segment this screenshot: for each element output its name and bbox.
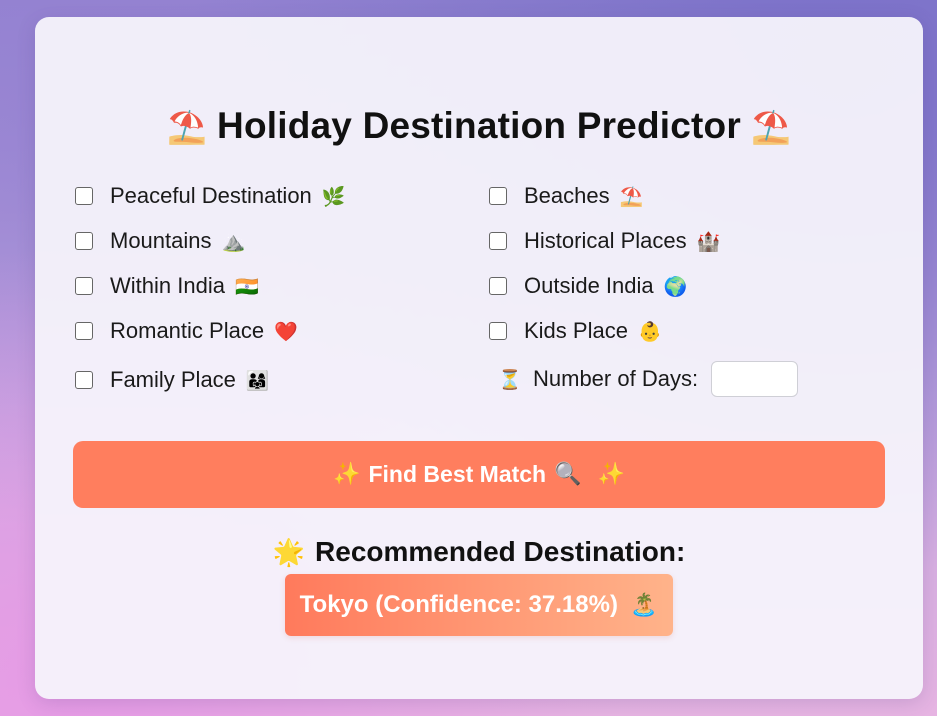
option-outside-india[interactable]: Outside India 🌍 <box>489 271 687 301</box>
peaceful-destination-checkbox[interactable] <box>75 187 93 205</box>
sparkles-icon: ✨ <box>333 462 361 487</box>
recommendation-heading: 🌟 Recommended Destination: <box>35 536 923 568</box>
outside-india-checkbox[interactable] <box>489 277 507 295</box>
historical-places-checkbox[interactable] <box>489 232 507 250</box>
beach-umbrella-icon: ⛱️ <box>167 108 208 146</box>
beach-umbrella-icon: ⛱️ <box>619 185 644 208</box>
predictor-card: ⛱️ Holiday Destination Predictor ⛱️ Peacef… <box>35 17 923 699</box>
option-label: Historical Places <box>524 228 687 253</box>
option-romantic-place[interactable]: Romantic Place ❤️ <box>75 316 298 346</box>
page-title: ⛱️ Holiday Destination Predictor ⛱️ <box>35 105 923 147</box>
island-icon: 🏝️ <box>629 592 658 618</box>
option-label: Romantic Place <box>110 318 265 343</box>
option-label: Beaches <box>524 183 610 208</box>
star-icon: 🌟 <box>272 538 306 568</box>
india-flag-icon: 🇮🇳 <box>234 275 259 298</box>
baby-icon: 👶 <box>637 320 662 343</box>
option-label: Mountains <box>110 228 212 253</box>
romantic-place-checkbox[interactable] <box>75 322 93 340</box>
option-family-place[interactable]: Family Place 👨‍👩‍👧 <box>75 365 270 395</box>
herb-icon: 🌿 <box>321 185 346 208</box>
recommendation-result-text: Tokyo (Confidence: 37.18%) <box>299 591 618 618</box>
option-label: Within India <box>110 273 225 298</box>
option-within-india[interactable]: Within India 🇮🇳 <box>75 271 259 301</box>
magnifier-icon: 🔍 <box>554 462 582 487</box>
page-title-text: Holiday Destination Predictor <box>217 105 741 146</box>
option-label: Outside India <box>524 273 654 298</box>
beaches-checkbox[interactable] <box>489 187 507 205</box>
family-place-checkbox[interactable] <box>75 371 93 389</box>
castle-icon: 🏰 <box>696 230 721 253</box>
find-best-match-button[interactable]: ✨ Find Best Match 🔍 ✨ <box>73 441 885 508</box>
recommendation-result: Tokyo (Confidence: 37.18%) 🏝️ <box>284 574 674 636</box>
option-historical-places[interactable]: Historical Places 🏰 <box>489 226 720 256</box>
sparkles-icon: ✨ <box>597 462 625 487</box>
mountain-icon: ⛰️ <box>221 230 246 253</box>
number-of-days-input[interactable] <box>711 361 799 397</box>
option-peaceful-destination[interactable]: Peaceful Destination 🌿 <box>75 181 345 211</box>
option-label: Kids Place <box>524 318 628 343</box>
option-mountains[interactable]: Mountains ⛰️ <box>75 226 245 256</box>
family-icon: 👨‍👩‍👧 <box>245 369 270 392</box>
find-best-match-label: Find Best Match <box>368 461 547 487</box>
heart-icon: ❤️ <box>274 320 298 343</box>
option-kids-place[interactable]: Kids Place 👶 <box>489 316 662 346</box>
within-india-checkbox[interactable] <box>75 277 93 295</box>
number-of-days-label: Number of Days: <box>533 366 699 391</box>
number-of-days-row: ⏳ Number of Days: <box>488 360 799 398</box>
hourglass-icon: ⏳ <box>498 368 522 391</box>
beach-umbrella-icon: ⛱️ <box>750 108 791 146</box>
option-beaches[interactable]: Beaches ⛱️ <box>489 181 643 211</box>
result-container: Tokyo (Confidence: 37.18%) 🏝️ <box>35 574 923 636</box>
recommendation-heading-text: Recommended Destination: <box>315 536 686 567</box>
kids-place-checkbox[interactable] <box>489 322 507 340</box>
option-label: Peaceful Destination <box>110 183 312 208</box>
option-label: Family Place <box>110 367 236 392</box>
mountains-checkbox[interactable] <box>75 232 93 250</box>
globe-icon: 🌍 <box>663 275 688 298</box>
